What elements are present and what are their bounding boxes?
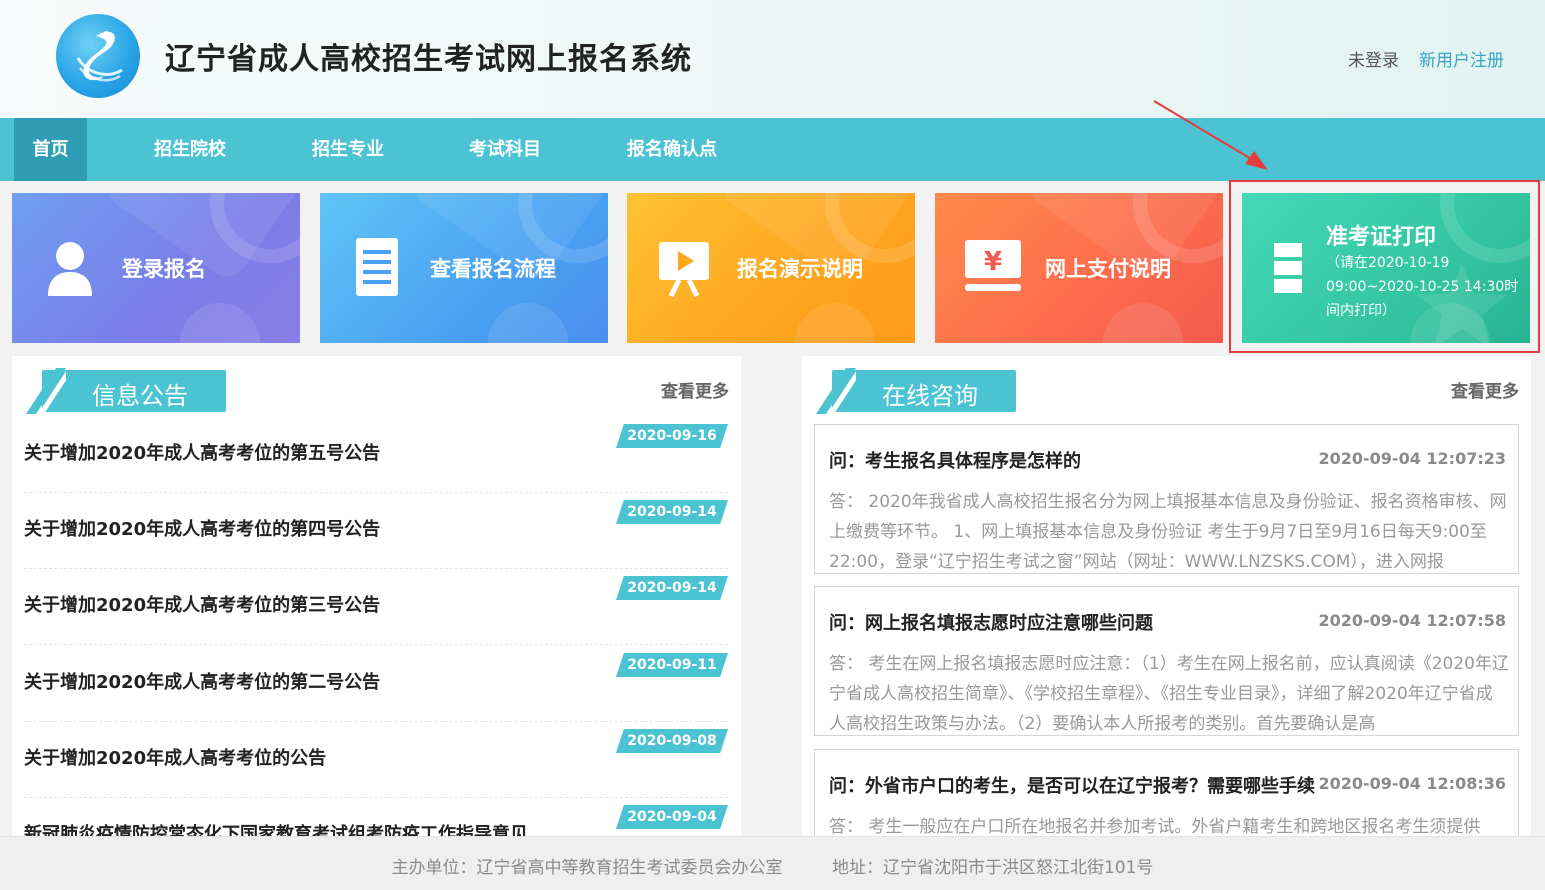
notice-title: 关于增加2020年成人高考考位的第三号公告	[24, 595, 381, 616]
document-icon	[350, 238, 420, 298]
site-title: 辽宁省成人高校招生考试网上报名系统	[165, 42, 692, 77]
tile-label: 查看报名流程	[430, 257, 556, 281]
tile-payment-guide[interactable]: ¥ 网上支付说明	[935, 193, 1223, 343]
qa-question: 问：考生报名具体程序是怎样的	[829, 451, 1081, 472]
panel-tab: 信息公告	[26, 368, 226, 414]
qa-time: 2020-09-04 12:07:58	[1318, 611, 1506, 630]
login-status[interactable]: 未登录	[1348, 46, 1399, 71]
notice-item[interactable]: 新冠肺炎疫情防控常态化下国家教育考试组考防疫工作指导意见 2020-09-04	[24, 798, 728, 836]
notice-title: 关于增加2020年成人高考考位的第四号公告	[24, 519, 381, 540]
tile-decoration	[795, 303, 875, 343]
header: 辽宁省成人高校招生考试网上报名系统 未登录 新用户注册	[0, 0, 1545, 118]
tile-label: 网上支付说明	[1045, 257, 1171, 281]
tile-label: 登录报名	[122, 257, 206, 281]
notice-date: 2020-09-04	[616, 805, 728, 829]
qa-card[interactable]: 问：网上报名填报志愿时应注意哪些问题 2020-09-04 12:07:58 答…	[814, 586, 1519, 736]
logo-bird-icon[interactable]	[56, 14, 140, 98]
nav-item-majors[interactable]: 招生专业	[298, 118, 398, 181]
tile-decoration	[1103, 303, 1183, 343]
notice-item[interactable]: 关于增加2020年成人高考考位的第五号公告 2020-09-16	[24, 417, 728, 493]
panel-title: 信息公告	[92, 382, 188, 410]
qa-answer: 答： 考生在网上报名填报志愿时应注意：（1）考生在网上报名前，应认真阅读《202…	[829, 654, 1509, 734]
panel-title: 在线咨询	[882, 382, 978, 410]
notice-date: 2020-09-08	[616, 729, 728, 753]
panel-tab: 在线咨询	[816, 368, 1016, 414]
notice-title: 关于增加2020年成人高考考位的第五号公告	[24, 443, 381, 464]
yen-payment-icon: ¥	[965, 238, 1035, 298]
notice-date: 2020-09-11	[616, 653, 728, 677]
notice-title: 关于增加2020年成人高考考位的第二号公告	[24, 672, 381, 693]
notice-item[interactable]: 关于增加2020年成人高考考位的第四号公告 2020-09-14	[24, 493, 728, 569]
notice-item[interactable]: 关于增加2020年成人高考考位的第三号公告 2020-09-14	[24, 569, 728, 645]
video-play-icon	[657, 238, 727, 298]
qa-question: 问：网上报名填报志愿时应注意哪些问题	[829, 613, 1153, 634]
notice-date: 2020-09-16	[616, 424, 728, 448]
notices-panel: 信息公告 查看更多 关于增加2020年成人高考考位的第五号公告 2020-09-…	[12, 356, 741, 836]
qa-answer: 答： 2020年我省成人高校招生报名分为网上填报基本信息及身份验证、报名资格审核…	[829, 492, 1507, 572]
qa-answer: 答： 考生一般应在户口所在地报名并参加考试。外省户籍考生和跨地区报名考生须提供	[829, 817, 1481, 836]
tile-label: 报名演示说明	[737, 257, 863, 281]
tile-login-register[interactable]: 登录报名	[12, 193, 300, 343]
nav-item-home[interactable]: 首页	[14, 118, 87, 181]
tab-stripe-icon	[26, 368, 66, 414]
footer-organizer: 主办单位：辽宁省高中等教育招生考试委员会办公室	[391, 858, 783, 878]
qa-time: 2020-09-04 12:07:23	[1318, 449, 1506, 468]
qa-time: 2020-09-04 12:08:36	[1318, 774, 1506, 793]
notice-date: 2020-09-14	[616, 500, 728, 524]
notices-more-link[interactable]: 查看更多	[661, 377, 729, 402]
qa-question: 问：外省市户口的考生，是否可以在辽宁报考？需要哪些手续	[829, 776, 1315, 797]
notice-item[interactable]: 关于增加2020年成人高考考位的第二号公告 2020-09-11	[24, 646, 728, 722]
qa-card[interactable]: 问：考生报名具体程序是怎样的 2020-09-04 12:07:23 答： 20…	[814, 424, 1519, 574]
svg-text:¥: ¥	[984, 247, 1002, 277]
tile-decoration	[488, 303, 568, 343]
notice-item[interactable]: 关于增加2020年成人高考考位的公告 2020-09-08	[24, 722, 728, 798]
qa-card[interactable]: 问：外省市户口的考生，是否可以在辽宁报考？需要哪些手续 2020-09-04 1…	[814, 749, 1519, 836]
notice-title: 关于增加2020年成人高考考位的公告	[24, 748, 327, 769]
notice-date: 2020-09-14	[616, 576, 728, 600]
tile-view-process[interactable]: 查看报名流程	[320, 193, 608, 343]
user-icon	[42, 238, 112, 298]
footer: 主办单位：辽宁省高中等教育招生考试委员会办公室 地址：辽宁省沈阳市于洪区怒江北街…	[0, 836, 1545, 890]
tile-demo-guide[interactable]: 报名演示说明	[627, 193, 915, 343]
nav-item-schools[interactable]: 招生院校	[140, 118, 240, 181]
consult-more-link[interactable]: 查看更多	[1451, 377, 1519, 402]
highlight-box	[1229, 180, 1540, 353]
main-nav: 首页 招生院校 招生专业 考试科目 报名确认点	[0, 118, 1545, 181]
tab-stripe-icon	[816, 368, 856, 414]
nav-item-subjects[interactable]: 考试科目	[455, 118, 555, 181]
tile-decoration	[180, 303, 260, 343]
footer-address: 地址：辽宁省沈阳市于洪区怒江北街101号	[831, 858, 1154, 878]
notice-title: 新冠肺炎疫情防控常态化下国家教育考试组考防疫工作指导意见	[24, 824, 528, 836]
consult-panel: 在线咨询 查看更多 问：考生报名具体程序是怎样的 2020-09-04 12:0…	[802, 356, 1531, 836]
register-link[interactable]: 新用户注册	[1419, 46, 1504, 71]
nav-item-confirm-points[interactable]: 报名确认点	[612, 118, 732, 181]
